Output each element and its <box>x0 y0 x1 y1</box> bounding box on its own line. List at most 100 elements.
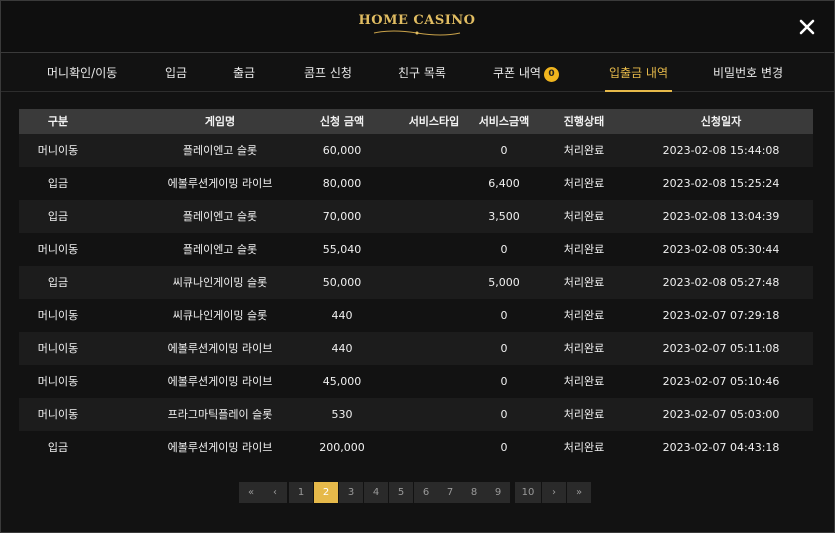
cell-amount: 530 <box>331 408 353 421</box>
transaction-table: 구분 게임명 신청 금액 서비스타입 서비스금액 진행상태 신청일자 머니이동 … <box>19 109 813 464</box>
modal-header: HOME CASINO <box>1 1 834 53</box>
cell-date: 2023-02-08 15:25:24 <box>662 177 780 190</box>
page-7-button[interactable]: 7 <box>438 482 462 503</box>
table-header: 구분 게임명 신청 금액 서비스타입 서비스금액 진행상태 신청일자 <box>19 109 813 134</box>
close-button[interactable] <box>798 18 816 36</box>
cell-service-amount: 0 <box>500 144 508 157</box>
cell-amount: 440 <box>331 342 353 355</box>
cell-status: 처리완료 <box>563 177 605 190</box>
cell-date: 2023-02-08 15:44:08 <box>662 144 780 157</box>
tab-money-check[interactable]: 머니확인/이동 <box>47 54 117 92</box>
cell-type: 머니이동 <box>37 309 79 322</box>
page-8-button[interactable]: 8 <box>462 482 486 503</box>
cell-status: 처리완료 <box>563 210 605 223</box>
cell-status: 처리완료 <box>563 342 605 355</box>
cell-amount: 60,000 <box>322 144 362 157</box>
cell-type: 입금 <box>47 276 69 289</box>
tab-coupon-history[interactable]: 쿠폰 내역 0 <box>493 54 559 92</box>
logo-flourish-icon <box>373 30 461 36</box>
cell-type: 머니이동 <box>37 375 79 388</box>
cell-amount: 200,000 <box>319 441 365 454</box>
cell-date: 2023-02-08 05:27:48 <box>662 276 780 289</box>
tab-bar: 머니확인/이동 입금 출금 콤프 신청 친구 목록 쿠폰 내역 0 입출금 내역 … <box>1 54 834 92</box>
tab-label: 콤프 신청 <box>304 66 352 80</box>
table-row: 머니이동 에볼루션게이밍 라이브 440 0 처리완료 2023-02-07 0… <box>19 332 813 365</box>
cell-date: 2023-02-07 04:43:18 <box>662 441 780 454</box>
table-row: 머니이동 씨큐나인게이밍 슬롯 440 0 처리완료 2023-02-07 07… <box>19 299 813 332</box>
tab-label: 친구 목록 <box>398 66 446 80</box>
cell-service-amount: 0 <box>500 309 508 322</box>
cell-type: 입금 <box>47 441 69 454</box>
tab-comp-request[interactable]: 콤프 신청 <box>304 54 352 92</box>
tab-label: 머니확인/이동 <box>47 66 118 80</box>
page-9-button[interactable]: 9 <box>486 482 510 503</box>
cell-date: 2023-02-08 05:30:44 <box>662 243 780 256</box>
page-10-button[interactable]: 10 <box>515 482 541 503</box>
cell-type: 머니이동 <box>37 144 79 157</box>
table-row: 머니이동 플레이엔고 슬롯 55,040 0 처리완료 2023-02-08 0… <box>19 233 813 266</box>
column-header-type: 구분 <box>47 115 69 128</box>
last-page-button[interactable]: » <box>567 482 591 503</box>
column-header-status: 진행상태 <box>563 115 605 128</box>
cell-status: 처리완료 <box>563 375 605 388</box>
deposit-withdrawal-history-modal: HOME CASINO 머니확인/이동 입금 출금 콤프 신청 친구 목록 쿠폰… <box>0 0 835 533</box>
cell-date: 2023-02-07 07:29:18 <box>662 309 780 322</box>
cell-amount: 45,000 <box>322 375 362 388</box>
tab-withdraw[interactable]: 출금 <box>233 54 255 92</box>
cell-status: 처리완료 <box>563 309 605 322</box>
home-casino-logo: HOME CASINO <box>351 13 483 41</box>
tab-deposit[interactable]: 입금 <box>165 54 187 92</box>
tab-label: 출금 <box>233 66 256 80</box>
tab-transaction-history[interactable]: 입출금 내역 <box>604 54 673 92</box>
cell-date: 2023-02-07 05:11:08 <box>662 342 780 355</box>
coupon-count-badge: 0 <box>543 67 559 82</box>
cell-service-amount: 0 <box>500 441 508 454</box>
page-6-button[interactable]: 6 <box>414 482 438 503</box>
cell-service-amount: 3,500 <box>488 210 520 223</box>
cell-status: 처리완료 <box>563 276 605 289</box>
cell-service-amount: 0 <box>500 408 508 421</box>
cell-status: 처리완료 <box>563 144 605 157</box>
page-1-button[interactable]: 1 <box>289 482 313 503</box>
table-row: 입금 플레이엔고 슬롯 70,000 3,500 처리완료 2023-02-08… <box>19 200 813 233</box>
table-row: 입금 씨큐나인게이밍 슬롯 50,000 5,000 처리완료 2023-02-… <box>19 266 813 299</box>
next-page-button[interactable]: › <box>542 482 566 503</box>
table-row: 입금 에볼루션게이밍 라이브 80,000 6,400 처리완료 2023-02… <box>19 167 813 200</box>
first-page-button[interactable]: « <box>239 482 263 503</box>
table-row: 머니이동 에볼루션게이밍 라이브 45,000 0 처리완료 2023-02-0… <box>19 365 813 398</box>
table-row: 입금 에볼루션게이밍 라이브 200,000 0 처리완료 2023-02-07… <box>19 431 813 464</box>
tab-change-password[interactable]: 비밀번호 변경 <box>713 54 783 92</box>
page-4-button[interactable]: 4 <box>364 482 388 503</box>
cell-type: 머니이동 <box>37 408 79 421</box>
cell-service-amount: 6,400 <box>488 177 520 190</box>
page-2-button[interactable]: 2 <box>314 482 338 503</box>
cell-service-amount: 0 <box>500 342 508 355</box>
page-3-button[interactable]: 3 <box>339 482 363 503</box>
column-header-date: 신청일자 <box>700 115 742 128</box>
cell-date: 2023-02-07 05:10:46 <box>662 375 780 388</box>
cell-type: 머니이동 <box>37 243 79 256</box>
page-5-button[interactable]: 5 <box>389 482 413 503</box>
logo-text: HOME CASINO <box>358 13 476 28</box>
cell-amount: 80,000 <box>322 177 362 190</box>
cell-status: 처리완료 <box>563 441 605 454</box>
tab-label: 쿠폰 내역 <box>493 66 541 80</box>
tab-label: 입출금 내역 <box>609 66 669 80</box>
cell-date: 2023-02-08 13:04:39 <box>662 210 780 223</box>
cell-service-amount: 0 <box>500 243 508 256</box>
tab-friend-list[interactable]: 친구 목록 <box>398 54 446 92</box>
close-icon <box>799 19 815 35</box>
cell-status: 처리완료 <box>563 408 605 421</box>
prev-page-button[interactable]: ‹ <box>263 482 287 503</box>
cell-date: 2023-02-07 05:03:00 <box>662 408 780 421</box>
column-header-amount: 신청 금액 <box>319 115 365 128</box>
cell-type: 입금 <box>47 177 69 190</box>
cell-amount: 50,000 <box>322 276 362 289</box>
tab-label: 비밀번호 변경 <box>713 66 784 80</box>
cell-amount: 55,040 <box>322 243 362 256</box>
column-header-service-amount: 서비스금액 <box>478 115 530 128</box>
cell-type: 입금 <box>47 210 69 223</box>
cell-service-amount: 5,000 <box>488 276 520 289</box>
cell-amount: 440 <box>331 309 353 322</box>
cell-amount: 70,000 <box>322 210 362 223</box>
